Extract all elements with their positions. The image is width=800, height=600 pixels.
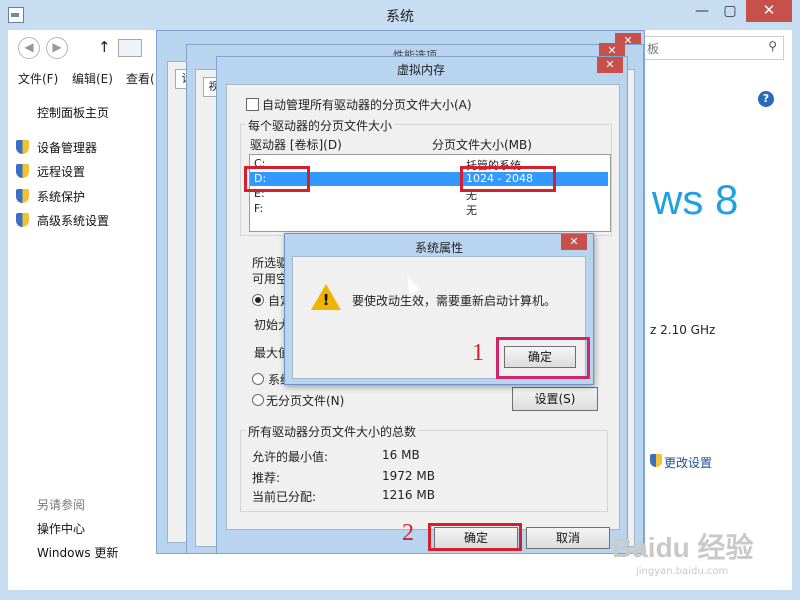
system-managed-radio[interactable] bbox=[252, 373, 264, 385]
processor-speed: z 2.10 GHz bbox=[650, 323, 716, 337]
available-space-label: 可用空 bbox=[252, 272, 289, 286]
drive-letter: F: bbox=[254, 202, 264, 215]
recommended-label: 推荐: bbox=[252, 471, 281, 485]
vm-cancel-button[interactable]: 取消 bbox=[526, 527, 610, 549]
shield-icon bbox=[16, 140, 29, 154]
watermark-url: jingyan.baidu.com bbox=[636, 566, 729, 577]
min-allowed-value: 16 MB bbox=[382, 448, 420, 462]
drive-column-header: 驱动器 [卷标](D) bbox=[250, 138, 342, 152]
advanced-system-settings-link[interactable]: 高级系统设置 bbox=[37, 212, 109, 229]
alert-ok-highlight-box bbox=[496, 337, 590, 379]
system-window-titlebar: 系统 — ▢ ✕ bbox=[0, 0, 800, 30]
location-icon bbox=[118, 39, 142, 57]
close-icon[interactable]: ✕ bbox=[561, 234, 587, 250]
shield-icon bbox=[16, 164, 29, 178]
menu-file[interactable]: 文件(F) bbox=[18, 70, 58, 87]
shield-icon bbox=[16, 213, 29, 227]
set-button[interactable]: 设置(S) bbox=[512, 387, 598, 411]
close-button[interactable]: ✕ bbox=[746, 0, 792, 22]
see-also-header: 另请参阅 bbox=[37, 498, 86, 512]
menu-view[interactable]: 查看( bbox=[126, 70, 155, 87]
auto-manage-checkbox[interactable] bbox=[246, 98, 259, 111]
step-2-marker: 2 bbox=[402, 520, 414, 546]
selected-drive-label: 所选驱 bbox=[252, 256, 289, 270]
system-info-pane bbox=[640, 88, 792, 588]
shield-icon bbox=[16, 189, 29, 203]
alert-message: 要使改动生效，需要重新启动计算机。 bbox=[352, 294, 557, 308]
search-placeholder: 板 bbox=[647, 42, 660, 56]
size-highlight-box bbox=[460, 166, 556, 192]
help-icon[interactable]: ? bbox=[758, 91, 774, 107]
no-paging-label: 无分页文件(N) bbox=[266, 394, 345, 408]
system-protection-link[interactable]: 系统保护 bbox=[37, 188, 85, 205]
warning-exclamation: ! bbox=[322, 291, 330, 309]
maximize-button[interactable]: ▢ bbox=[716, 1, 744, 23]
system-window-title: 系统 bbox=[386, 9, 414, 25]
custom-size-radio[interactable] bbox=[252, 294, 264, 306]
allocated-value: 1216 MB bbox=[382, 488, 435, 502]
action-center-link[interactable]: 操作中心 bbox=[37, 520, 85, 537]
control-panel-home-link[interactable]: 控制面板主页 bbox=[37, 104, 109, 121]
windows-update-link[interactable]: Windows 更新 bbox=[37, 544, 118, 561]
per-drive-group-label: 每个驱动器的分页文件大小 bbox=[246, 117, 395, 134]
virtual-memory-title: 虚拟内存 bbox=[396, 63, 445, 77]
auto-manage-label: 自动管理所有驱动器的分页文件大小(A) bbox=[262, 98, 472, 112]
ok-highlight-box bbox=[428, 523, 522, 551]
search-input[interactable]: 板 ⚲ bbox=[640, 36, 784, 60]
no-paging-radio[interactable] bbox=[252, 394, 264, 406]
drive-highlight-box bbox=[244, 166, 310, 192]
allocated-label: 当前已分配: bbox=[252, 490, 317, 504]
recommended-value: 1972 MB bbox=[382, 469, 435, 483]
back-nav-button[interactable]: ◀ bbox=[18, 37, 40, 59]
forward-nav-button[interactable]: ▶ bbox=[46, 37, 68, 59]
change-settings-link[interactable]: 更改设置 bbox=[664, 454, 712, 471]
remote-settings-link[interactable]: 远程设置 bbox=[37, 163, 85, 180]
alert-title: 系统属性 bbox=[414, 241, 463, 255]
min-allowed-label: 允许的最小值: bbox=[252, 450, 329, 464]
minimize-button[interactable]: — bbox=[688, 1, 716, 23]
size-column-header: 分页文件大小(MB) bbox=[432, 138, 532, 152]
device-manager-link[interactable]: 设备管理器 bbox=[37, 139, 97, 156]
shield-icon bbox=[650, 454, 662, 467]
step-1-marker: 1 bbox=[472, 340, 484, 366]
drive-size: 无 bbox=[466, 204, 477, 217]
baidu-watermark: Baidu 经验 bbox=[612, 532, 754, 563]
menu-edit[interactable]: 编辑(E) bbox=[72, 70, 113, 87]
totals-group-label: 所有驱动器分页文件大小的总数 bbox=[246, 423, 419, 440]
search-icon: ⚲ bbox=[768, 39, 777, 53]
list-item[interactable]: F: 无 bbox=[250, 202, 608, 217]
up-nav-button[interactable]: ↑ bbox=[98, 38, 111, 56]
windows-logo-text: ws 8 bbox=[652, 176, 739, 223]
